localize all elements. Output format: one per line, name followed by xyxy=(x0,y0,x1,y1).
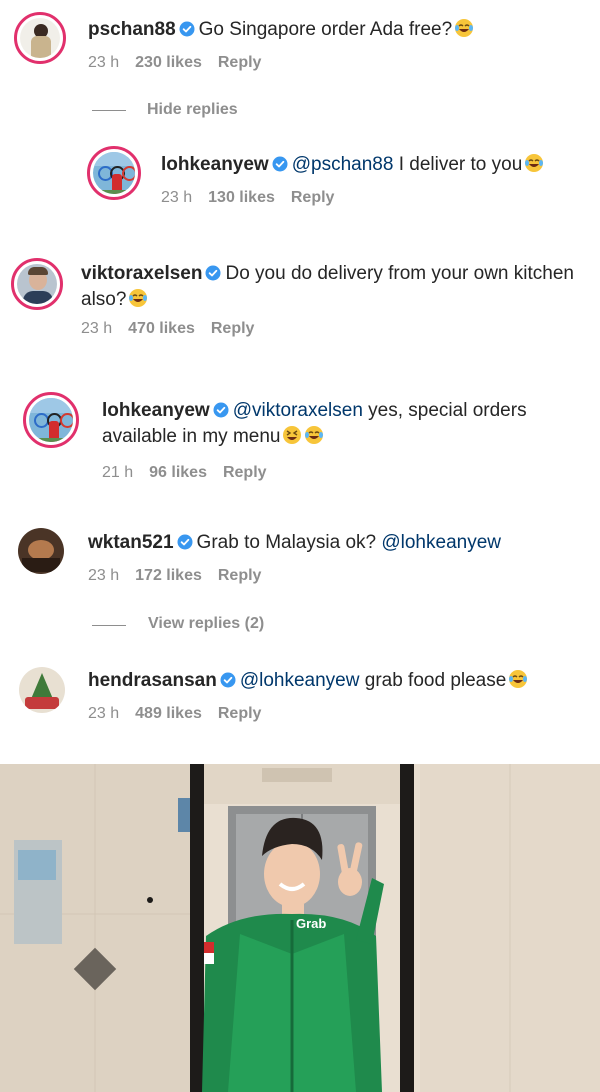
comment-time: 23 h xyxy=(88,567,120,584)
comment-text: Go Singapore order Ada free? xyxy=(198,19,453,40)
reply-button[interactable]: Reply xyxy=(218,567,262,584)
comment-mention[interactable]: @pschan88 xyxy=(292,154,394,175)
comment-meta: 23 h 230 likes Reply xyxy=(88,54,277,72)
comment-meta: 21 h 96 likes Reply xyxy=(102,464,283,482)
verified-badge-icon xyxy=(177,534,193,550)
comments-section: pschan88 Go Singapore order Ada free? 23 … xyxy=(0,0,600,764)
view-replies-button[interactable]: View replies (2) xyxy=(148,615,264,633)
comment-body: hendrasansan @lohkeanyew grab food please xyxy=(88,668,588,694)
comment-likes[interactable]: 470 likes xyxy=(128,320,195,337)
comment-time: 23 h xyxy=(88,54,120,71)
comment-likes[interactable]: 172 likes xyxy=(135,567,202,584)
comment-likes[interactable]: 96 likes xyxy=(149,464,207,481)
laughing-tears-emoji-icon xyxy=(525,154,544,172)
hide-replies-button[interactable]: Hide replies xyxy=(147,101,238,119)
comment-text: grab food please xyxy=(359,670,507,691)
comment-likes[interactable]: 130 likes xyxy=(208,189,275,206)
avatar[interactable] xyxy=(14,12,66,64)
verified-badge-icon xyxy=(213,402,229,418)
replies-divider xyxy=(92,110,126,111)
reply-button[interactable]: Reply xyxy=(223,464,267,481)
jacket-logo: Grab xyxy=(296,916,326,931)
comment-body: wktan521 Grab to Malaysia ok? @lohkeanyew xyxy=(88,530,588,556)
verified-badge-icon xyxy=(179,21,195,37)
reply-button[interactable]: Reply xyxy=(211,320,255,337)
comment-time: 23 h xyxy=(88,705,120,722)
verified-badge-icon xyxy=(220,672,236,688)
comment-meta: 23 h 470 likes Reply xyxy=(81,320,270,338)
verified-badge-icon xyxy=(205,265,221,281)
comment-text: I deliver to you xyxy=(393,154,523,175)
avatar[interactable] xyxy=(23,392,79,448)
comment-username[interactable]: wktan521 xyxy=(88,532,174,553)
laughing-tears-emoji-icon xyxy=(129,289,148,307)
comment-likes[interactable]: 230 likes xyxy=(135,54,202,71)
reply-button[interactable]: Reply xyxy=(218,705,262,722)
comment-body: viktoraxelsen Do you do delivery from you… xyxy=(81,261,586,313)
reply-button[interactable]: Reply xyxy=(218,54,262,71)
comment-username[interactable]: pschan88 xyxy=(88,19,176,40)
verified-badge-icon xyxy=(272,156,288,172)
comment-meta: 23 h 172 likes Reply xyxy=(88,567,277,585)
rider-illustration: Grab xyxy=(0,764,600,1092)
comment-meta: 23 h 489 likes Reply xyxy=(88,705,277,723)
comment-likes[interactable]: 489 likes xyxy=(135,705,202,722)
comment-username[interactable]: viktoraxelsen xyxy=(81,263,202,284)
replies-divider xyxy=(92,625,126,626)
comment-mention[interactable]: @viktoraxelsen xyxy=(233,400,363,421)
laughing-tears-emoji-icon xyxy=(455,19,474,37)
comment-username[interactable]: hendrasansan xyxy=(88,670,217,691)
grab-rider-photo: Grab xyxy=(0,764,600,1092)
comment-mention[interactable]: @lohkeanyew xyxy=(240,670,360,691)
comment-time: 23 h xyxy=(81,320,113,337)
comment-username[interactable]: lohkeanyew xyxy=(161,154,269,175)
reply-button[interactable]: Reply xyxy=(291,189,335,206)
avatar[interactable] xyxy=(11,258,63,310)
comment-username[interactable]: lohkeanyew xyxy=(102,400,210,421)
laughing-tears-emoji-icon xyxy=(305,426,324,444)
comment-body: lohkeanyew @pschan88 I deliver to you xyxy=(161,152,591,178)
grinning-squint-emoji-icon xyxy=(283,426,302,444)
comment-time: 23 h xyxy=(161,189,193,206)
comment-meta: 23 h 130 likes Reply xyxy=(161,189,350,207)
comment-time: 21 h xyxy=(102,464,134,481)
avatar[interactable] xyxy=(18,528,64,574)
comment-text: Grab to Malaysia ok? xyxy=(196,532,382,553)
avatar[interactable] xyxy=(19,667,65,713)
comment-mention[interactable]: @lohkeanyew xyxy=(381,532,501,553)
comment-body: lohkeanyew @viktoraxelsen yes, special or… xyxy=(102,398,590,450)
avatar[interactable] xyxy=(87,146,141,200)
comment-body: pschan88 Go Singapore order Ada free? xyxy=(88,17,588,43)
laughing-tears-emoji-icon xyxy=(509,670,528,688)
